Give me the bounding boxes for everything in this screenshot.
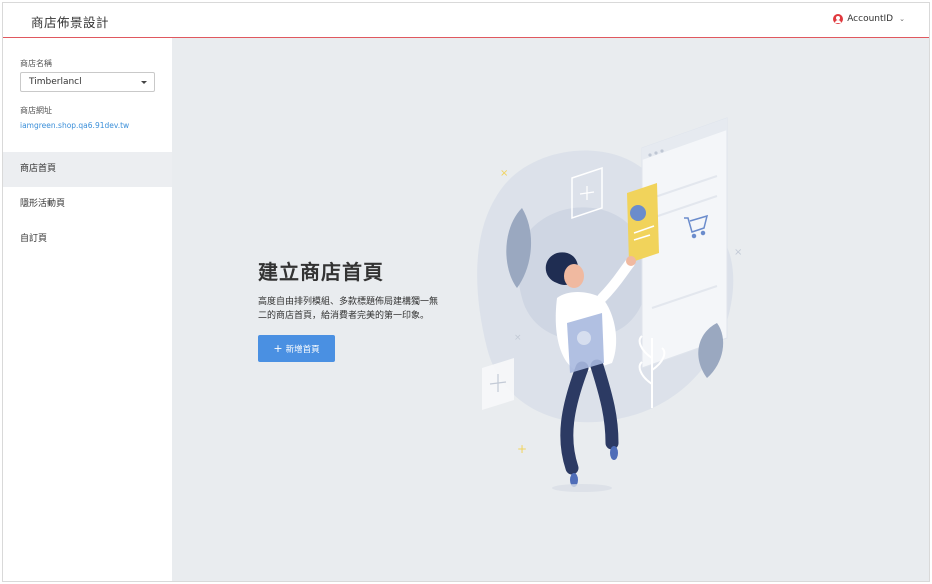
shadow-graphic <box>552 484 612 492</box>
add-homepage-label: 新增首頁 <box>285 344 320 355</box>
plus-icon: + <box>273 342 283 355</box>
sidebar-item-home[interactable]: 商店首頁 <box>3 152 172 187</box>
sparkle-icon: × <box>500 168 508 179</box>
main-content: 建立商店首頁 高度自由排列模組、多款標題佈局建構獨一無二的商店首頁，給消費者完美… <box>172 38 929 581</box>
shop-url-label: 商店網址 <box>20 106 52 115</box>
shop-select-value: Timberlancl <box>29 77 82 87</box>
sparkle-icon: + <box>517 442 527 456</box>
sidebar-item-hidden-event[interactable]: 隱形活動頁 <box>3 187 172 222</box>
shop-name-label: 商店名稱 <box>20 59 52 68</box>
sparkle-icon: × <box>514 333 522 343</box>
app-window: 商店佈景設計 AccountID ⌄ 商店名稱 Timberlancl 商店網址… <box>2 2 930 582</box>
top-bar: 商店佈景設計 AccountID ⌄ <box>3 3 929 38</box>
add-homepage-button[interactable]: + 新增首頁 <box>258 335 335 362</box>
illustration: × + × × <box>477 117 742 492</box>
account-menu[interactable]: AccountID ⌄ <box>833 14 905 24</box>
sparkle-icon: × <box>734 247 742 258</box>
sidebar-nav: 商店首頁 隱形活動頁 自訂頁 <box>3 152 172 257</box>
sidebar: 商店名稱 Timberlancl 商店網址 iamgreen.shop.qa6.… <box>3 38 172 581</box>
shop-select[interactable]: Timberlancl <box>20 72 155 92</box>
shop-url-link[interactable]: iamgreen.shop.qa6.91dev.tw <box>20 121 129 130</box>
chevron-down-icon: ⌄ <box>899 15 905 23</box>
yellow-card-graphic <box>627 183 659 263</box>
sidebar-item-custom-page[interactable]: 自訂頁 <box>3 222 172 257</box>
app-title: 商店佈景設計 <box>31 15 110 30</box>
account-label: AccountID <box>847 14 894 24</box>
caret-down-icon <box>141 81 147 84</box>
user-avatar-icon <box>833 14 844 24</box>
page-description: 高度自由排列模組、多款標題佈局建構獨一無二的商店首頁，給消費者完美的第一印象。 <box>258 297 439 321</box>
page-title: 建立商店首頁 <box>258 260 384 284</box>
